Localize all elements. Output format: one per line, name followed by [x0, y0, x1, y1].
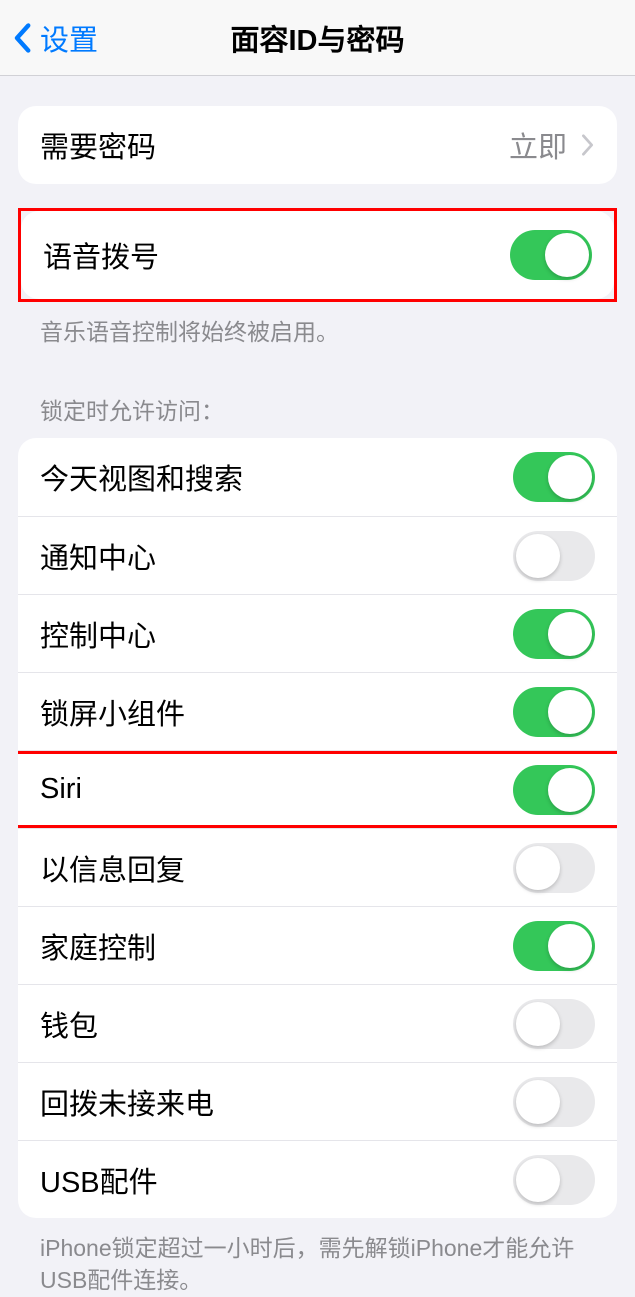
locked-access-toggle[interactable] — [513, 452, 595, 502]
locked-access-row: 钱包 — [18, 984, 617, 1062]
locked-access-item-label: Siri — [40, 773, 82, 806]
locked-access-item-label: 锁屏小组件 — [40, 691, 185, 733]
locked-access-toggle[interactable] — [513, 609, 595, 659]
voice-dial-toggle[interactable] — [510, 230, 592, 280]
page-title: 面容ID与密码 — [230, 17, 404, 59]
locked-access-item-label: 今天视图和搜索 — [40, 456, 243, 498]
locked-access-row: 锁屏小组件 — [18, 672, 617, 750]
require-passcode-value: 立即 — [509, 124, 595, 166]
locked-access-row: 通知中心 — [18, 516, 617, 594]
locked-access-item-label: 通知中心 — [40, 535, 156, 577]
locked-access-toggle[interactable] — [513, 531, 595, 581]
locked-access-item-label: 钱包 — [40, 1003, 98, 1045]
locked-access-toggle[interactable] — [513, 765, 595, 815]
locked-access-header: 锁定时允许访问： — [18, 392, 617, 438]
back-button[interactable]: 设置 — [0, 17, 98, 59]
voice-dial-footer: 音乐语音控制将始终被启用。 — [18, 302, 617, 348]
locked-access-toggle[interactable] — [513, 921, 595, 971]
locked-access-row: 今天视图和搜索 — [18, 438, 617, 516]
locked-access-item-label: 家庭控制 — [40, 925, 156, 967]
chevron-right-icon — [581, 134, 595, 156]
locked-access-toggle[interactable] — [513, 1155, 595, 1205]
locked-access-toggle[interactable] — [513, 1077, 595, 1127]
locked-access-footer: iPhone锁定超过一小时后，需先解锁iPhone才能允许USB配件连接。 — [18, 1218, 617, 1296]
locked-access-row: USB配件 — [18, 1140, 617, 1218]
locked-access-card: 今天视图和搜索通知中心控制中心锁屏小组件 Siri 以信息回复家庭控制钱包回拨未接来… — [18, 438, 617, 1218]
locked-access-toggle[interactable] — [513, 999, 595, 1049]
navigation-header: 设置 面容ID与密码 — [0, 0, 635, 76]
require-passcode-card: 需要密码 立即 — [18, 106, 617, 184]
locked-access-toggle[interactable] — [513, 843, 595, 893]
voice-dial-row: 语音拨号 — [21, 211, 614, 299]
locked-access-toggle[interactable] — [513, 687, 595, 737]
locked-access-row: 控制中心 — [18, 594, 617, 672]
back-label: 设置 — [40, 17, 98, 59]
locked-access-row: 回拨未接来电 — [18, 1062, 617, 1140]
require-passcode-row[interactable]: 需要密码 立即 — [18, 106, 617, 184]
locked-access-row: 家庭控制 — [18, 906, 617, 984]
locked-access-row: 以信息回复 — [18, 828, 617, 906]
voice-dial-label: 语音拨号 — [43, 234, 159, 276]
locked-access-item-label: USB配件 — [40, 1159, 158, 1201]
chevron-left-icon — [12, 23, 32, 53]
locked-access-row: Siri — [18, 750, 617, 828]
voice-dial-highlight: 语音拨号 — [18, 208, 617, 302]
locked-access-item-label: 以信息回复 — [40, 847, 185, 889]
locked-access-item-label: 回拨未接来电 — [40, 1081, 214, 1123]
require-passcode-label: 需要密码 — [40, 124, 156, 166]
locked-access-item-label: 控制中心 — [40, 613, 156, 655]
